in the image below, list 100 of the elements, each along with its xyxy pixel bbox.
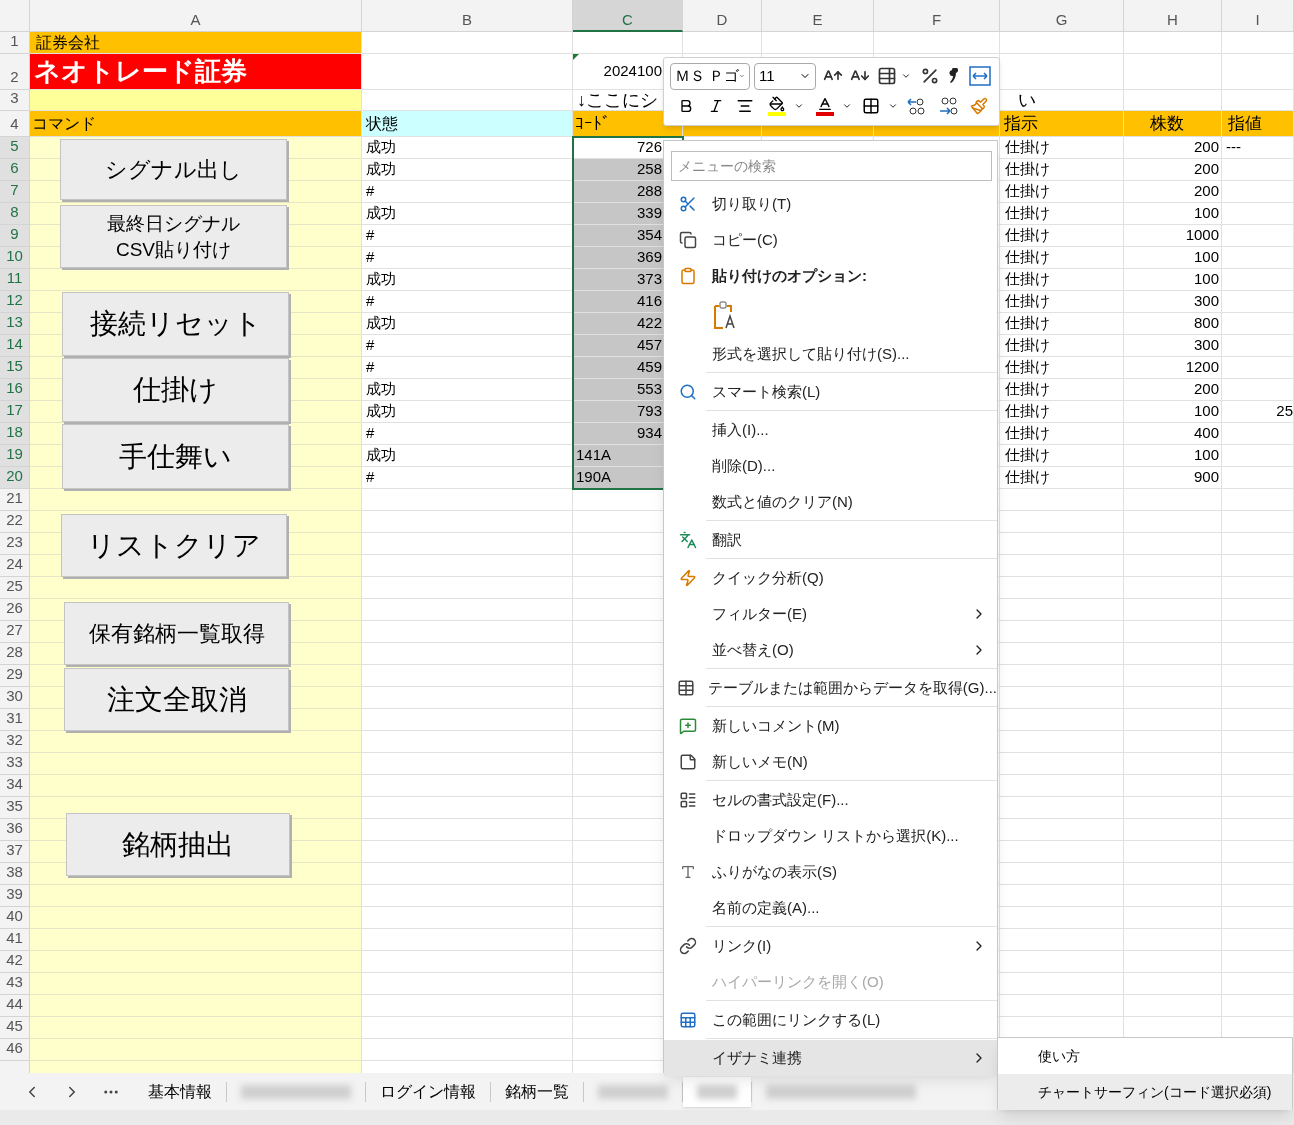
menu-item[interactable]: 翻訳	[664, 522, 997, 558]
row-number[interactable]: 2	[0, 54, 30, 90]
menu-item[interactable]: 使い方	[998, 1038, 1292, 1074]
row-number[interactable]: 6	[0, 159, 30, 181]
menu-item[interactable]: チャートサーフィン(コード選択必須)	[998, 1074, 1292, 1110]
menu-item[interactable]: 名前の定義(A)...	[664, 890, 997, 926]
row-number[interactable]: 31	[0, 709, 30, 731]
menu-item[interactable]: セルの書式設定(F)...	[664, 782, 997, 818]
caret-icon[interactable]	[842, 101, 852, 111]
menu-item[interactable]: イザナミ連携	[664, 1040, 997, 1076]
menu-item[interactable]: テーブルまたは範囲からデータを取得(G)...	[664, 670, 997, 706]
menu-item[interactable]: 新しいメモ(N)	[664, 744, 997, 780]
font-name-dropdown[interactable]: ＭＳ Ｐゴ	[670, 62, 750, 90]
row-number[interactable]: 16	[0, 379, 30, 401]
font-size-dropdown[interactable]: 11	[754, 62, 816, 90]
row-number[interactable]: 40	[0, 907, 30, 929]
caret-icon[interactable]	[794, 101, 804, 111]
menu-item[interactable]: この範囲にリンクする(L)	[664, 1002, 997, 1038]
fill-color-icon[interactable]	[768, 96, 786, 116]
menu-item[interactable]: クイック分析(Q)	[664, 560, 997, 596]
row-number[interactable]: 23	[0, 533, 30, 555]
row-number[interactable]: 10	[0, 247, 30, 269]
paste-option-icon[interactable]	[712, 300, 738, 330]
row-number[interactable]: 41	[0, 929, 30, 951]
decimal-decrease-icon[interactable]	[938, 96, 958, 116]
column-header[interactable]: C	[573, 0, 683, 32]
column-header[interactable]: F	[874, 0, 1000, 32]
row-number[interactable]: 38	[0, 863, 30, 885]
row-number[interactable]: 20	[0, 467, 30, 489]
row-number[interactable]: 39	[0, 885, 30, 907]
menu-item[interactable]: リンク(I)	[664, 928, 997, 964]
row-number[interactable]: 22	[0, 511, 30, 533]
row-number[interactable]: 45	[0, 1017, 30, 1039]
align-center-icon[interactable]	[736, 97, 754, 115]
command-button[interactable]: 保有銘柄一覧取得	[64, 602, 289, 665]
row-number[interactable]: 42	[0, 951, 30, 973]
row-number[interactable]: 15	[0, 357, 30, 379]
row-number[interactable]: 43	[0, 973, 30, 995]
row-number[interactable]: 30	[0, 687, 30, 709]
decimal-increase-icon[interactable]	[906, 96, 926, 116]
command-button[interactable]: シグナル出し	[60, 139, 287, 200]
row-number[interactable]: 11	[0, 269, 30, 291]
row-number[interactable]: 46	[0, 1039, 30, 1061]
command-button[interactable]: 接続リセット	[62, 292, 289, 356]
column-header[interactable]: G	[1000, 0, 1124, 32]
command-button[interactable]: 最終日シグナル CSV貼り付け	[60, 205, 287, 268]
row-number[interactable]: 34	[0, 775, 30, 797]
column-header[interactable]: D	[683, 0, 762, 32]
command-button[interactable]: 仕掛け	[62, 358, 289, 422]
merge-cells-icon[interactable]	[969, 66, 991, 86]
menu-item[interactable]: ドロップダウン リストから選択(K)...	[664, 818, 997, 854]
row-number[interactable]: 8	[0, 203, 30, 225]
sheet-tab[interactable]: 基本情報	[134, 1076, 226, 1107]
column-header[interactable]: H	[1124, 0, 1222, 32]
command-button[interactable]: 手仕舞い	[62, 424, 289, 489]
menu-item[interactable]: 新しいコメント(M)	[664, 708, 997, 744]
sheet-tab[interactable]: 銘柄一覧	[491, 1076, 583, 1107]
command-button[interactable]: 銘柄抽出	[66, 813, 290, 876]
row-number[interactable]: 13	[0, 313, 30, 335]
row-number[interactable]: 9	[0, 225, 30, 247]
row-number[interactable]: 36	[0, 819, 30, 841]
row-number[interactable]: 29	[0, 665, 30, 687]
row-number[interactable]: 27	[0, 621, 30, 643]
row-number[interactable]: 18	[0, 423, 30, 445]
menu-item[interactable]: ふりがなの表示(S)	[664, 854, 997, 890]
row-number[interactable]: 12	[0, 291, 30, 313]
row-number[interactable]: 3	[0, 90, 30, 111]
column-header[interactable]: I	[1222, 0, 1294, 32]
row-number[interactable]: 44	[0, 995, 30, 1017]
menu-item[interactable]: フィルター(E)	[664, 596, 997, 632]
command-button[interactable]: 注文全取消	[64, 668, 289, 731]
row-number[interactable]: 7	[0, 181, 30, 203]
row-number[interactable]: 35	[0, 797, 30, 819]
row-number[interactable]: 26	[0, 599, 30, 621]
column-header[interactable]: E	[762, 0, 874, 32]
borders-icon[interactable]	[862, 97, 880, 115]
row-number[interactable]: 17	[0, 401, 30, 423]
sheet-tab[interactable]: ログイン情報	[366, 1076, 490, 1107]
italic-icon[interactable]	[708, 98, 724, 114]
command-button[interactable]: リストクリア	[61, 514, 287, 577]
row-number[interactable]: 4	[0, 111, 30, 137]
row-number[interactable]: 5	[0, 137, 30, 159]
row-number[interactable]: 32	[0, 731, 30, 753]
row-number[interactable]: 21	[0, 489, 30, 511]
row-number[interactable]: 24	[0, 555, 30, 577]
font-color-icon[interactable]	[816, 96, 834, 116]
row-number[interactable]: 33	[0, 753, 30, 775]
row-number[interactable]: 37	[0, 841, 30, 863]
row-number[interactable]: 19	[0, 445, 30, 467]
caret-icon[interactable]	[888, 101, 898, 111]
percent-icon[interactable]	[920, 66, 940, 86]
format-painter-icon[interactable]	[970, 97, 988, 115]
menu-item[interactable]: 並べ替え(O)	[664, 632, 997, 668]
bold-icon[interactable]	[678, 98, 694, 114]
row-number[interactable]: 25	[0, 577, 30, 599]
row-number[interactable]: 28	[0, 643, 30, 665]
caret-icon[interactable]	[901, 71, 911, 81]
row-number[interactable]: 14	[0, 335, 30, 357]
comma-icon[interactable]	[949, 68, 959, 84]
format-table-icon[interactable]	[877, 66, 897, 86]
